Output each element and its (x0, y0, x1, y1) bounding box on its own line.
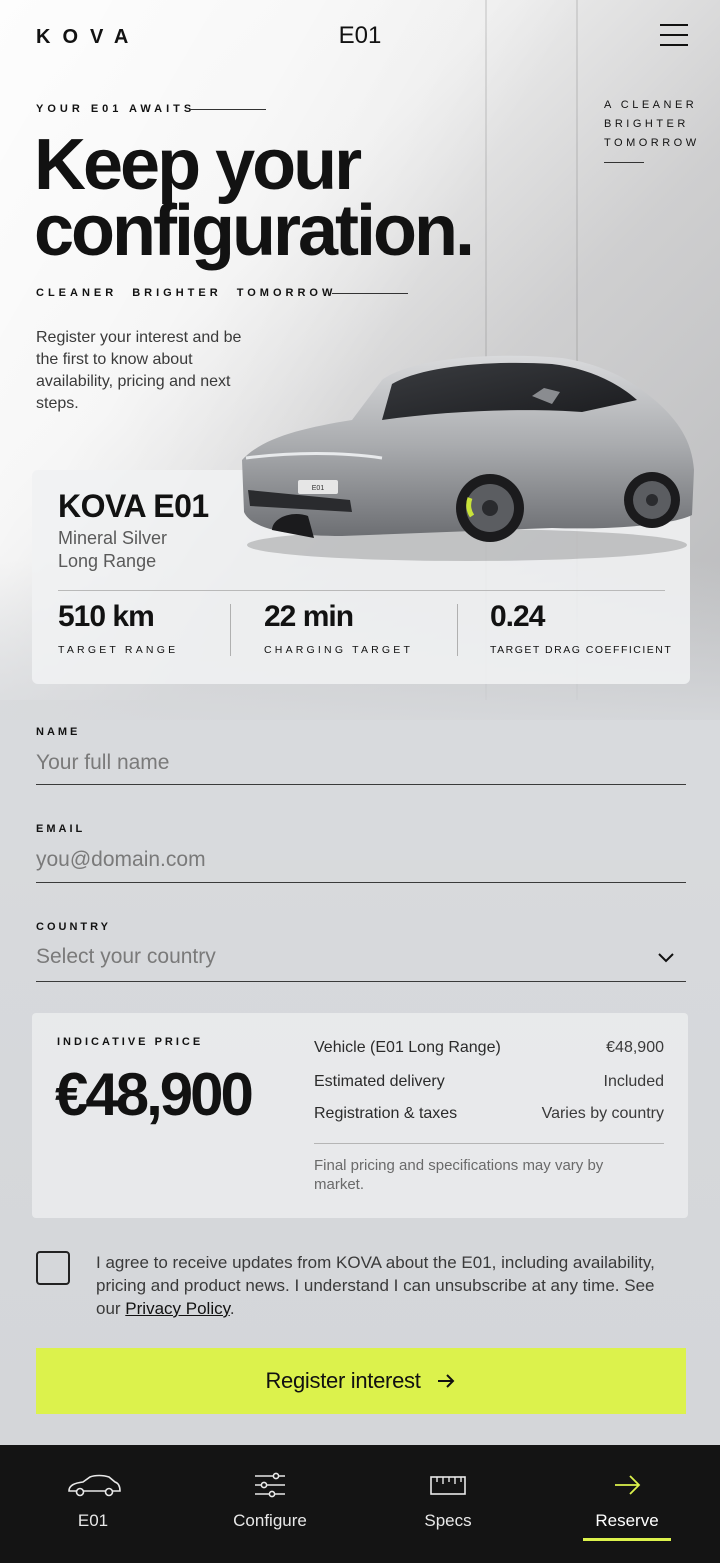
nav-item-specs[interactable]: Specs (358, 1445, 538, 1563)
consent-end: . (229, 1299, 235, 1318)
chevron-down-icon[interactable] (656, 948, 676, 968)
side-tag-line-2: BRIGHTER (604, 118, 689, 130)
arrow-right-icon (615, 1475, 641, 1495)
nav-item-e01[interactable]: E01 (3, 1445, 183, 1563)
side-tag-rule (604, 162, 644, 163)
price-row-value: €48,900 (606, 1039, 664, 1056)
svg-text:E01: E01 (312, 485, 325, 492)
active-tab-indicator (583, 1538, 671, 1541)
intro-text: Register your interest and be the first … (36, 329, 242, 412)
tagline-rule (332, 293, 408, 294)
register-interest-button[interactable]: Register interest (36, 1348, 686, 1414)
nav-label: Configure (233, 1511, 307, 1530)
stat-value: 0.24 (490, 600, 545, 633)
top-bar: KOVA E01 (0, 0, 720, 72)
car-image: E01 (242, 355, 694, 561)
price-label: INDICATIVE PRICE (57, 1036, 204, 1048)
nav-item-configure[interactable]: Configure (180, 1445, 360, 1563)
side-tagline: A CLEANER BRIGHTER TOMORROW (604, 96, 714, 153)
consent-text: I agree to receive updates from KOVA abo… (96, 1251, 656, 1320)
headline-line-1: Keep your (34, 125, 362, 205)
price-row-value: Included (603, 1073, 665, 1090)
vehicle-name: KOVA E01 (58, 488, 209, 524)
nav-label: E01 (77, 1511, 109, 1530)
stat-charging: 22 min CHARGING TARGET (264, 600, 413, 656)
page-headline: Keep your configuration. (34, 125, 594, 271)
side-tag-line-3: TOMORROW (604, 137, 700, 149)
price-row-label: Vehicle (E01 Long Range) (314, 1039, 501, 1056)
email-input[interactable] (36, 843, 686, 877)
stat-value: 510 km (58, 600, 155, 633)
stat-label: TARGET DRAG COEFFICIENT (490, 644, 673, 656)
price-disclaimer: Final pricing and specifications may var… (314, 1157, 604, 1193)
side-tag-line-1: A CLEANER (604, 99, 698, 111)
name-input[interactable] (36, 746, 686, 780)
nav-label: Specs (424, 1511, 472, 1530)
eyebrow-rule (190, 109, 266, 110)
nav-label: Reserve (595, 1511, 659, 1530)
stat-range: 510 km TARGET RANGE (58, 600, 178, 656)
sliders-icon (255, 1472, 285, 1498)
price-row-label: Registration & taxes (314, 1105, 458, 1122)
stat-value: 22 min (264, 600, 354, 633)
stat-divider (230, 604, 231, 656)
email-underline (36, 882, 686, 883)
privacy-policy-link[interactable]: Privacy Policy (125, 1299, 230, 1318)
card-divider (58, 590, 665, 591)
country-label: COUNTRY (36, 921, 111, 933)
stat-divider (457, 604, 458, 656)
vehicle-color: Mineral Silver (58, 528, 168, 548)
page-model-title: E01 (338, 22, 382, 49)
hero-eyebrow: YOUR E01 AWAITS (36, 103, 196, 115)
bottom-nav: E01 Configure Specs Reserve (0, 1445, 720, 1563)
name-underline (36, 784, 686, 785)
ruler-icon (430, 1476, 466, 1495)
stat-drag: 0.24 TARGET DRAG COEFFICIENT (490, 600, 672, 656)
stat-label: TARGET RANGE (58, 644, 179, 656)
country-underline (36, 981, 686, 982)
consent-checkbox[interactable] (36, 1251, 70, 1285)
menu-icon[interactable] (660, 24, 688, 48)
nav-item-reserve[interactable]: Reserve (537, 1445, 717, 1563)
price-row-label: Estimated delivery (314, 1073, 445, 1090)
stat-label: CHARGING TARGET (264, 644, 414, 656)
price-total: €48,900 (55, 1061, 254, 1128)
hero-tagline: CLEANER BRIGHTER TOMORROW (36, 287, 337, 299)
register-interest-label: Register interest (265, 1368, 421, 1393)
country-select[interactable]: Select your country (36, 945, 216, 969)
headline-line-2: configuration. (34, 191, 475, 271)
price-row-value: Varies by country (541, 1105, 664, 1122)
name-label: NAME (36, 726, 81, 738)
price-divider (314, 1143, 664, 1144)
car-icon (68, 1474, 121, 1497)
email-label: EMAIL (36, 823, 86, 835)
arrow-right-icon (437, 1374, 454, 1388)
vehicle-variant: Long Range (58, 551, 157, 571)
